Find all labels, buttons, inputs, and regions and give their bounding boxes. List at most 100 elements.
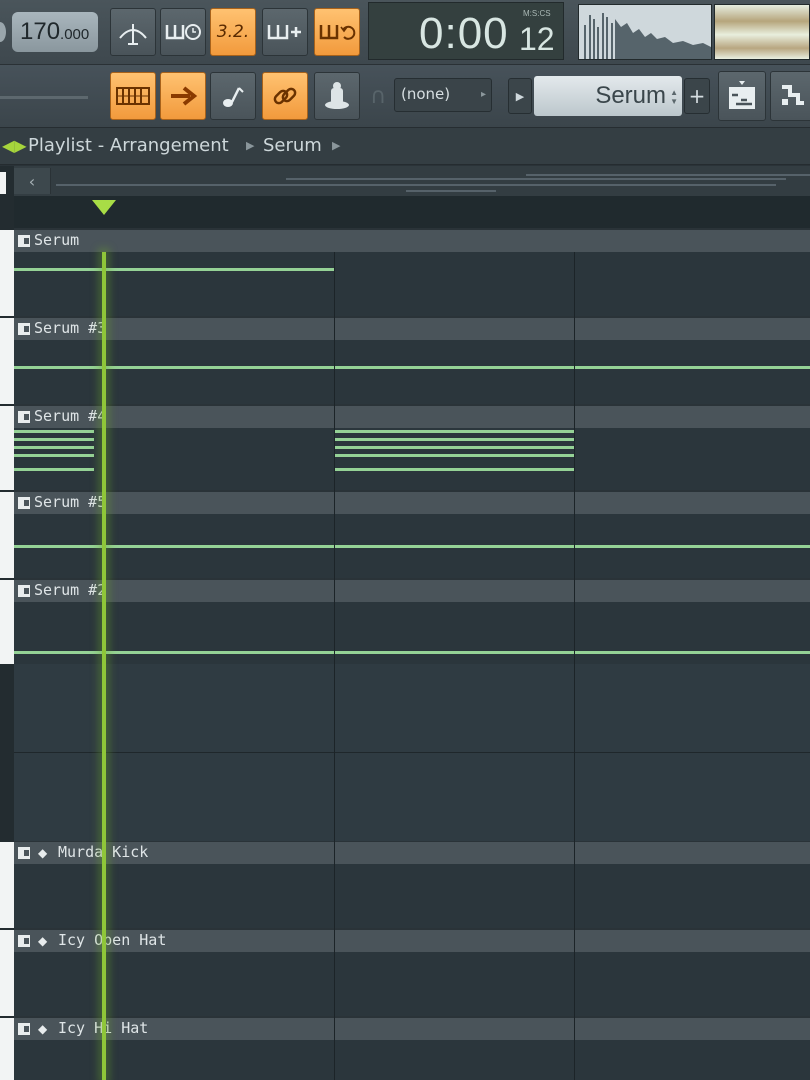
clip-menu-icon[interactable] [18,1023,30,1035]
playlist-clip-murda-kick[interactable]: ◆ Murda Kick [14,842,810,928]
clip-label[interactable]: Serum [14,230,810,252]
track-select-tab[interactable] [0,930,14,1016]
wait-input-button[interactable] [160,8,206,56]
playlist-current-channel[interactable]: Serum [263,135,322,156]
overview-lane [286,178,786,180]
clip-menu-icon[interactable] [18,323,30,335]
playlist-clip-serum[interactable]: Serum [14,230,810,316]
note[interactable] [334,438,574,441]
time-format-caption: M:S:CS [523,9,551,18]
chevron-right-icon: ▸ [480,89,486,100]
tempo-display[interactable]: 170.000 [12,12,98,52]
channel-select[interactable]: Serum ▲ ▼ [534,76,682,116]
step-edit-button[interactable] [110,72,156,120]
chevron-right-icon[interactable]: ▶ [332,139,340,152]
playlist-title[interactable]: Playlist - Arrangement [28,135,229,156]
clip-label[interactable]: ◆ Icy Open Hat [14,930,810,952]
playlist-clip-serum-3[interactable]: Serum #3 [14,318,810,404]
note[interactable] [14,438,94,441]
scroll-left-button[interactable]: ‹ [14,168,51,194]
clip-menu-icon[interactable] [18,847,30,859]
track-select-tab[interactable] [0,580,14,664]
step-sequencer-window-button[interactable] [770,71,810,121]
track-select-tab[interactable] [0,1018,14,1080]
note[interactable] [334,468,574,471]
snap-select[interactable]: (none) ▸ [394,78,492,112]
clip-menu-icon[interactable] [18,497,30,509]
note[interactable] [14,545,810,548]
speaker-icon[interactable]: ◀▶ [2,136,27,155]
bar-gridline [334,252,335,1080]
snap-arrow-button[interactable] [160,72,206,120]
clip-name: Serum #2 [34,581,107,599]
note[interactable] [334,446,574,449]
metronome-icon [119,24,147,45]
tools-toolbar: ∩ (none) ▸ ▶ Serum ▲ ▼ + [0,65,810,128]
note[interactable] [334,454,574,457]
clip-menu-icon[interactable] [18,411,30,423]
playlist-overview[interactable]: ‹ [0,166,810,196]
clip-label[interactable]: Serum #2 [14,580,810,602]
clip-label[interactable]: Serum #4 [14,406,810,428]
blend-notes-icon [267,25,301,40]
playlist-clip-serum-5[interactable]: Serum #5 [14,492,810,578]
master-pitch-slider[interactable] [0,96,88,99]
song-time-display[interactable]: 0:00 M:S:CS 12 [368,2,564,60]
playhead-marker-icon[interactable] [92,200,116,215]
clip-label[interactable]: ◆ Murda Kick [14,842,810,864]
link-button[interactable] [262,72,308,120]
track-select-tab[interactable] [0,842,14,928]
updown-arrows-icon: ▲ ▼ [670,88,678,106]
empty-track-area[interactable] [14,664,810,841]
note[interactable] [14,366,810,369]
track-select-tab[interactable] [0,230,14,316]
playlist-clip-serum-2[interactable]: Serum #2 [14,580,810,664]
note[interactable] [14,268,334,271]
overview-tab[interactable] [0,172,6,194]
track-select-tab[interactable] [0,318,14,404]
wait-for-input-icon [165,24,201,40]
magnet-icon[interactable]: ∩ [370,84,386,109]
note[interactable] [14,430,94,433]
clip-label[interactable]: Serum #5 [14,492,810,514]
triangle-right-icon: ▶ [515,89,525,103]
time-main: 0:00 [419,9,509,58]
channel-prev-button[interactable]: ▶ [508,78,532,114]
loop-record-button[interactable] [314,8,360,56]
bar-gridline [574,252,575,1080]
stamp-icon [325,82,349,109]
snap-value: (none) [401,85,451,103]
cpu-memory-panel[interactable] [714,4,810,60]
add-channel-button[interactable]: + [684,78,710,114]
playlist-clip-icy-open-hat[interactable]: ◆ Icy Open Hat [14,930,810,1016]
clip-menu-icon[interactable] [18,935,30,947]
note[interactable] [14,468,94,471]
note[interactable] [14,651,810,654]
hint-button[interactable] [314,72,360,120]
waveform-icon [584,13,711,59]
note-icon [223,87,244,107]
playhead-line[interactable] [102,252,106,1080]
track-select-tab[interactable] [0,406,14,490]
clip-label[interactable]: ◆ Icy Hi Hat [14,1018,810,1040]
oscilloscope-panel[interactable] [578,4,712,60]
clip-menu-icon[interactable] [18,235,30,247]
track-select-tab[interactable] [0,492,14,578]
typing-keyboard-button[interactable] [210,72,256,120]
metronome-button[interactable] [110,8,156,56]
piano-roll-window-button[interactable] [718,71,766,121]
clip-label[interactable]: Serum #3 [14,318,810,340]
tempo-knob[interactable] [0,22,6,42]
playlist-clip-serum-4[interactable]: Serum #4 [14,406,810,490]
clip-menu-icon[interactable] [18,585,30,597]
timeline-ruler[interactable] [14,196,810,228]
note[interactable] [14,446,94,449]
diamond-icon: ◆ [38,1022,48,1036]
note[interactable] [334,430,574,433]
chevron-left-icon: ‹ [28,171,36,191]
note[interactable] [14,454,94,457]
plus-icon: + [688,84,706,108]
playlist-clip-icy-hi-hat[interactable]: ◆ Icy Hi Hat [14,1018,810,1080]
blend-recording-button[interactable] [262,8,308,56]
countdown-button[interactable]: 3.2. [210,8,256,56]
